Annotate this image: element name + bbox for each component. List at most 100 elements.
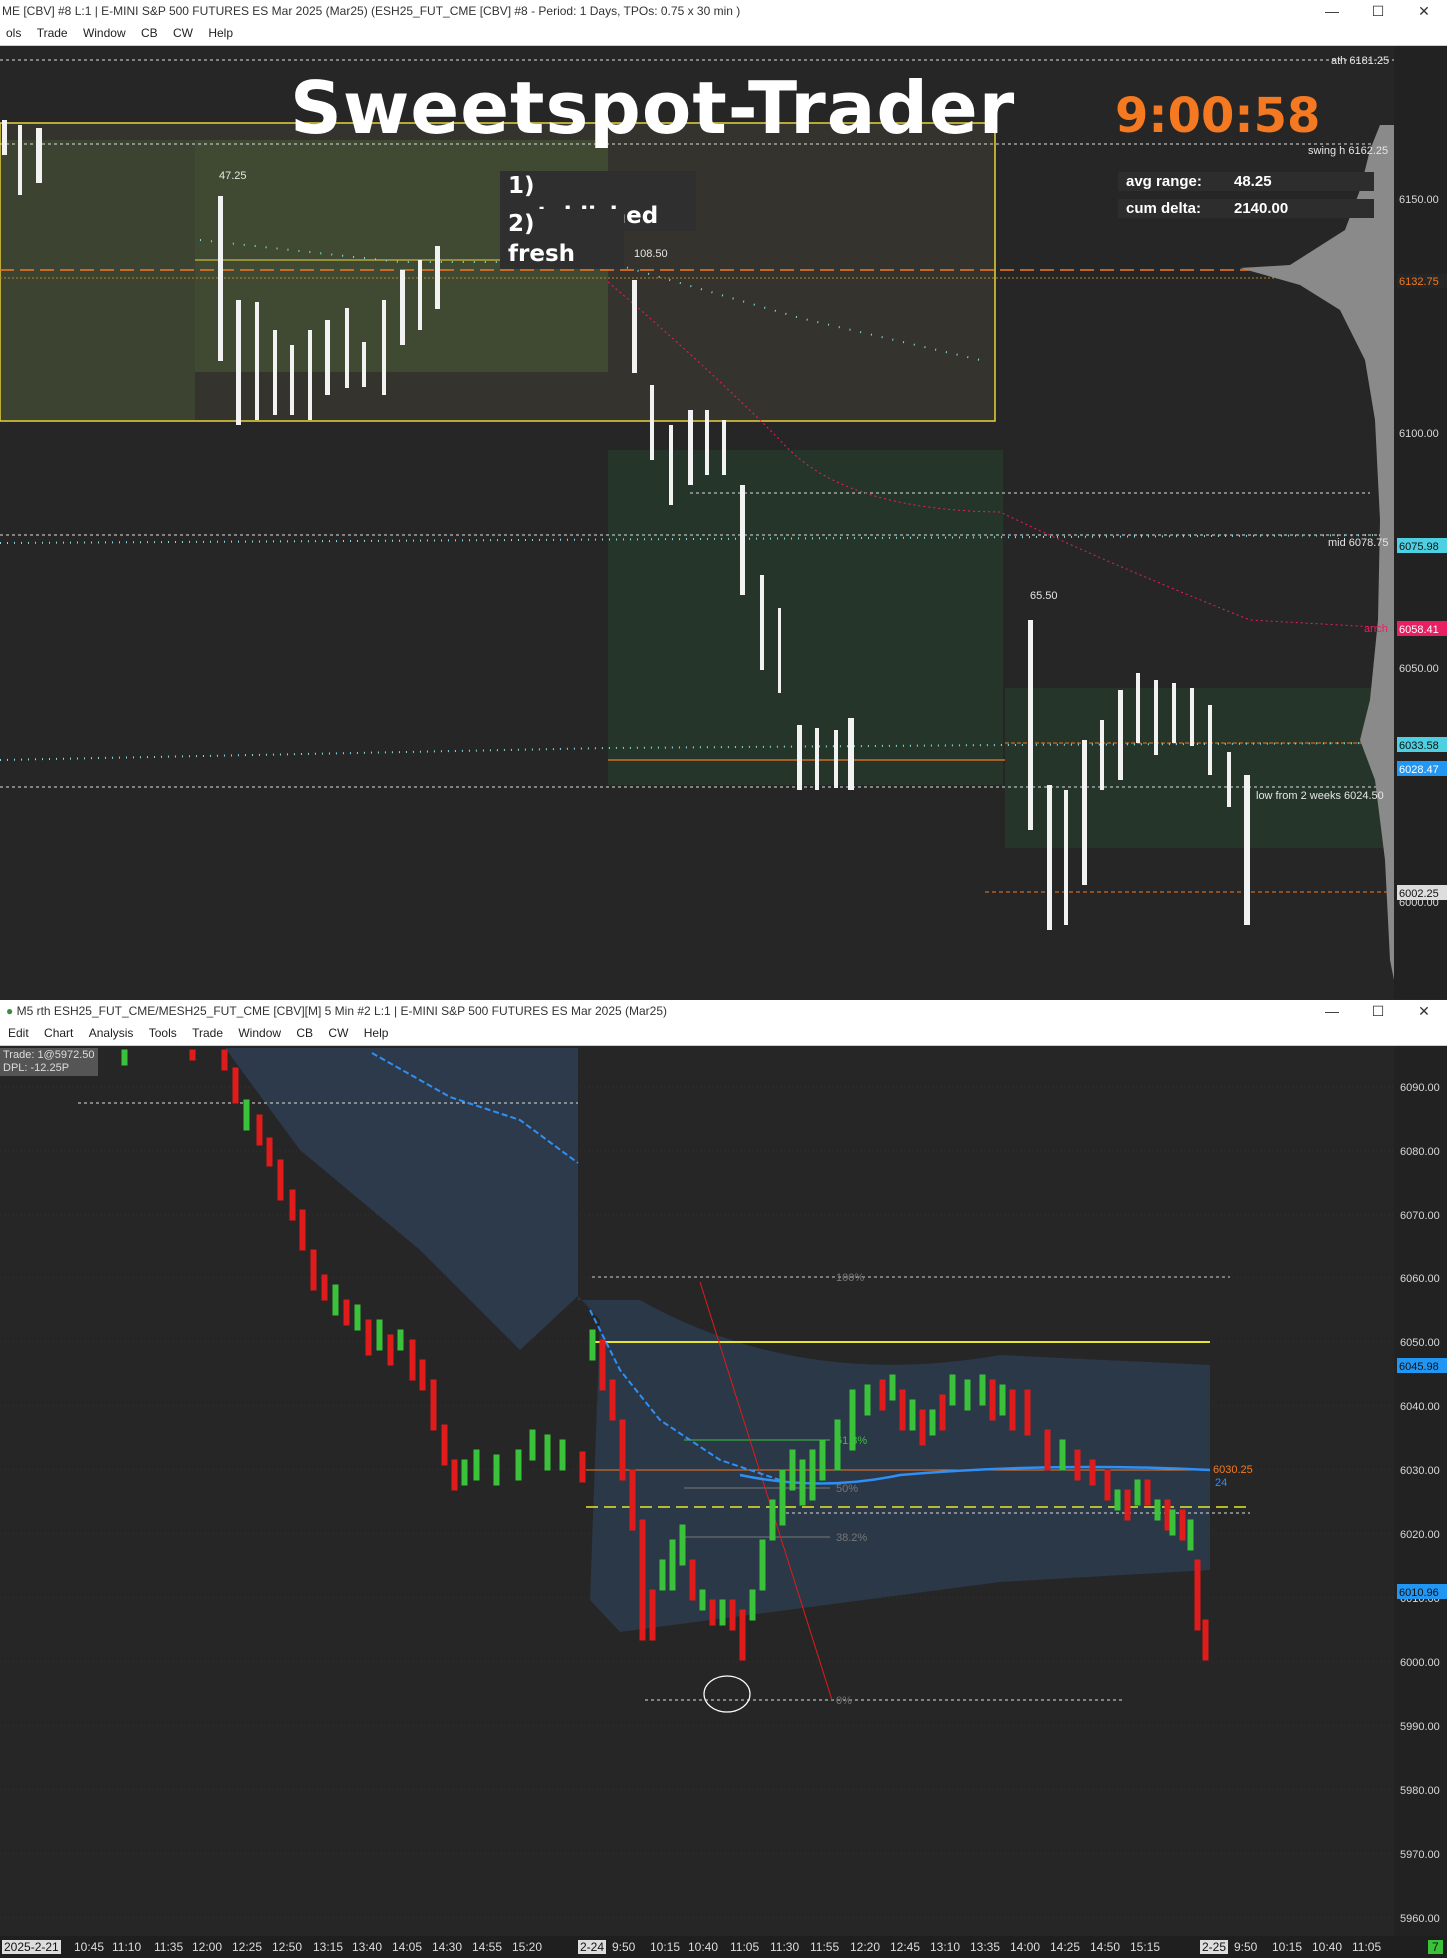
price-label: 6150.00 (1399, 194, 1439, 206)
minimize-icon[interactable]: — (1309, 0, 1355, 22)
time-label: 14:50 (1090, 1940, 1121, 1954)
maximize-icon[interactable]: ☐ (1355, 1000, 1401, 1022)
maximize-icon[interactable]: ☐ (1355, 0, 1401, 22)
time-label: 11:35 (154, 1940, 184, 1954)
time-label: 10:15 (1272, 1940, 1303, 1954)
zone-box (1005, 688, 1385, 848)
window-title: ● M5 rth ESH25_FUT_CME/MESH25_FUT_CME [C… (6, 1004, 668, 1018)
fib-label: 100% (836, 1272, 864, 1284)
price-label: 6070.00 (1400, 1210, 1440, 1222)
supply-zone-outline (0, 122, 996, 422)
menu-window[interactable]: Window (232, 1022, 287, 1045)
trade-line: Trade: 1@5972.50 (3, 1049, 95, 1061)
fib-label: 50% (836, 1483, 858, 1495)
stat-label: avg range: (1126, 173, 1202, 190)
peak-label: 108.50 (634, 248, 668, 260)
peak-label: 47.25 (219, 170, 247, 182)
time-label: 2025-2-21 (2, 1940, 61, 1954)
peak-label: 65.50 (1030, 590, 1058, 602)
level-label: swing h 6162.25 (1308, 145, 1388, 157)
close-icon[interactable]: ✕ (1401, 0, 1447, 22)
trade-info-box: Trade: 1@5972.50 DPL: -12.25P (0, 1048, 98, 1076)
time-label: 10:15 (650, 1940, 681, 1954)
clock: 9:00:58 (1115, 88, 1321, 144)
app-globe-icon: ● (6, 1004, 14, 1018)
time-label: 15:15 (1130, 1940, 1161, 1954)
time-label: 13:15 (313, 1940, 344, 1954)
time-label: 12:20 (850, 1940, 881, 1954)
menu-help[interactable]: Help (358, 1022, 395, 1045)
menu-cw[interactable]: CW (322, 1022, 354, 1045)
corner-badge: 7 (1428, 1940, 1443, 1954)
time-label: 14:30 (432, 1940, 463, 1954)
fib-label: 61.8% (836, 1435, 867, 1447)
time-label: 13:10 (930, 1940, 961, 1954)
list-number: 2) (508, 211, 535, 237)
fib-label: 38.2% (836, 1532, 867, 1544)
title-bar: ● M5 rth ESH25_FUT_CME/MESH25_FUT_CME [C… (0, 1000, 1447, 1022)
price-label: 5960.00 (1400, 1913, 1440, 1925)
price-label: 6020.00 (1400, 1529, 1440, 1541)
time-label: 12:25 (232, 1940, 263, 1954)
menu-analysis[interactable]: Analysis (83, 1022, 140, 1045)
title-bar: ME [CBV] #8 L:1 | E-MINI S&P 500 FUTURES… (0, 0, 1447, 22)
minimize-icon[interactable]: — (1309, 1000, 1355, 1022)
menu-window[interactable]: Window (77, 22, 132, 45)
time-label: 11:05 (1352, 1940, 1382, 1954)
menu-edit[interactable]: Edit (2, 1022, 35, 1045)
level-label: ath 6181.25 (1331, 55, 1389, 67)
price-badge: 6028.47 (1399, 764, 1439, 776)
menu-cb[interactable]: CB (135, 22, 164, 45)
menu-tools[interactable]: ols (0, 22, 27, 45)
stat-row: cum delta: 2140.00 (1118, 199, 1374, 218)
price-badge: 6045.98 (1399, 1361, 1439, 1373)
time-label: 11:10 (112, 1940, 142, 1954)
price-badge: 6132.75 (1399, 276, 1439, 288)
list-item: 2) fresh (500, 209, 624, 269)
window-controls: — ☐ ✕ (1309, 1000, 1447, 1022)
menu-trade[interactable]: Trade (186, 1022, 229, 1045)
time-label: 11:05 (730, 1940, 760, 1954)
stat-value: 2140.00 (1234, 200, 1289, 217)
level-label: anch (1364, 623, 1388, 635)
price-label: 6050.00 (1399, 663, 1439, 675)
menu-cb[interactable]: CB (290, 1022, 319, 1045)
time-label: 12:45 (890, 1940, 921, 1954)
menu-cw[interactable]: CW (167, 22, 199, 45)
menu-tools[interactable]: Tools (143, 1022, 183, 1045)
time-label: 10:45 (74, 1940, 105, 1954)
list-text: fresh (508, 241, 576, 267)
menu-chart[interactable]: Chart (38, 1022, 79, 1045)
time-label: 14:00 (1010, 1940, 1041, 1954)
stat-row: avg range: 48.25 (1118, 172, 1374, 191)
price-label: 5990.00 (1400, 1721, 1440, 1733)
candle-chart-window: ● M5 rth ESH25_FUT_CME/MESH25_FUT_CME [C… (0, 1000, 1447, 1958)
time-label: 14:25 (1050, 1940, 1081, 1954)
time-label: 2-24 (578, 1940, 607, 1954)
menu-help[interactable]: Help (202, 22, 239, 45)
window-controls: — ☐ ✕ (1309, 0, 1447, 22)
price-label: 6040.00 (1400, 1401, 1440, 1413)
time-label: 14:55 (472, 1940, 503, 1954)
price-label: 6060.00 (1400, 1273, 1440, 1285)
stat-value: 48.25 (1234, 173, 1272, 190)
price-label: 5970.00 (1400, 1849, 1440, 1861)
close-icon[interactable]: ✕ (1401, 1000, 1447, 1022)
candle-chart-canvas[interactable]: 100% 61.8% 50% 38.2% 0% 6030.25 24 6090.… (0, 1046, 1447, 1936)
time-label: 11:55 (810, 1940, 840, 1954)
time-label: 13:40 (352, 1940, 383, 1954)
price-label: 6090.00 (1400, 1082, 1440, 1094)
time-axis: 2025-2-21 10:45 11:10 11:35 12:00 12:25 … (0, 1936, 1447, 1958)
time-label: 10:40 (688, 1940, 719, 1954)
price-badge: 6075.98 (1399, 541, 1439, 553)
level-label: low from 2 weeks 6024.50 (1256, 790, 1384, 802)
time-label: 15:20 (512, 1940, 543, 1954)
price-label: 6000.00 (1400, 1657, 1440, 1669)
time-label: 14:05 (392, 1940, 423, 1954)
menu-bar: ols Trade Window CB CW Help (0, 22, 1447, 46)
time-label: 13:35 (970, 1940, 1001, 1954)
window-title: ME [CBV] #8 L:1 | E-MINI S&P 500 FUTURES… (2, 4, 741, 18)
time-label: 12:00 (192, 1940, 223, 1954)
brand-title: Sweetspot-Trader (290, 66, 1016, 150)
menu-trade[interactable]: Trade (31, 22, 74, 45)
